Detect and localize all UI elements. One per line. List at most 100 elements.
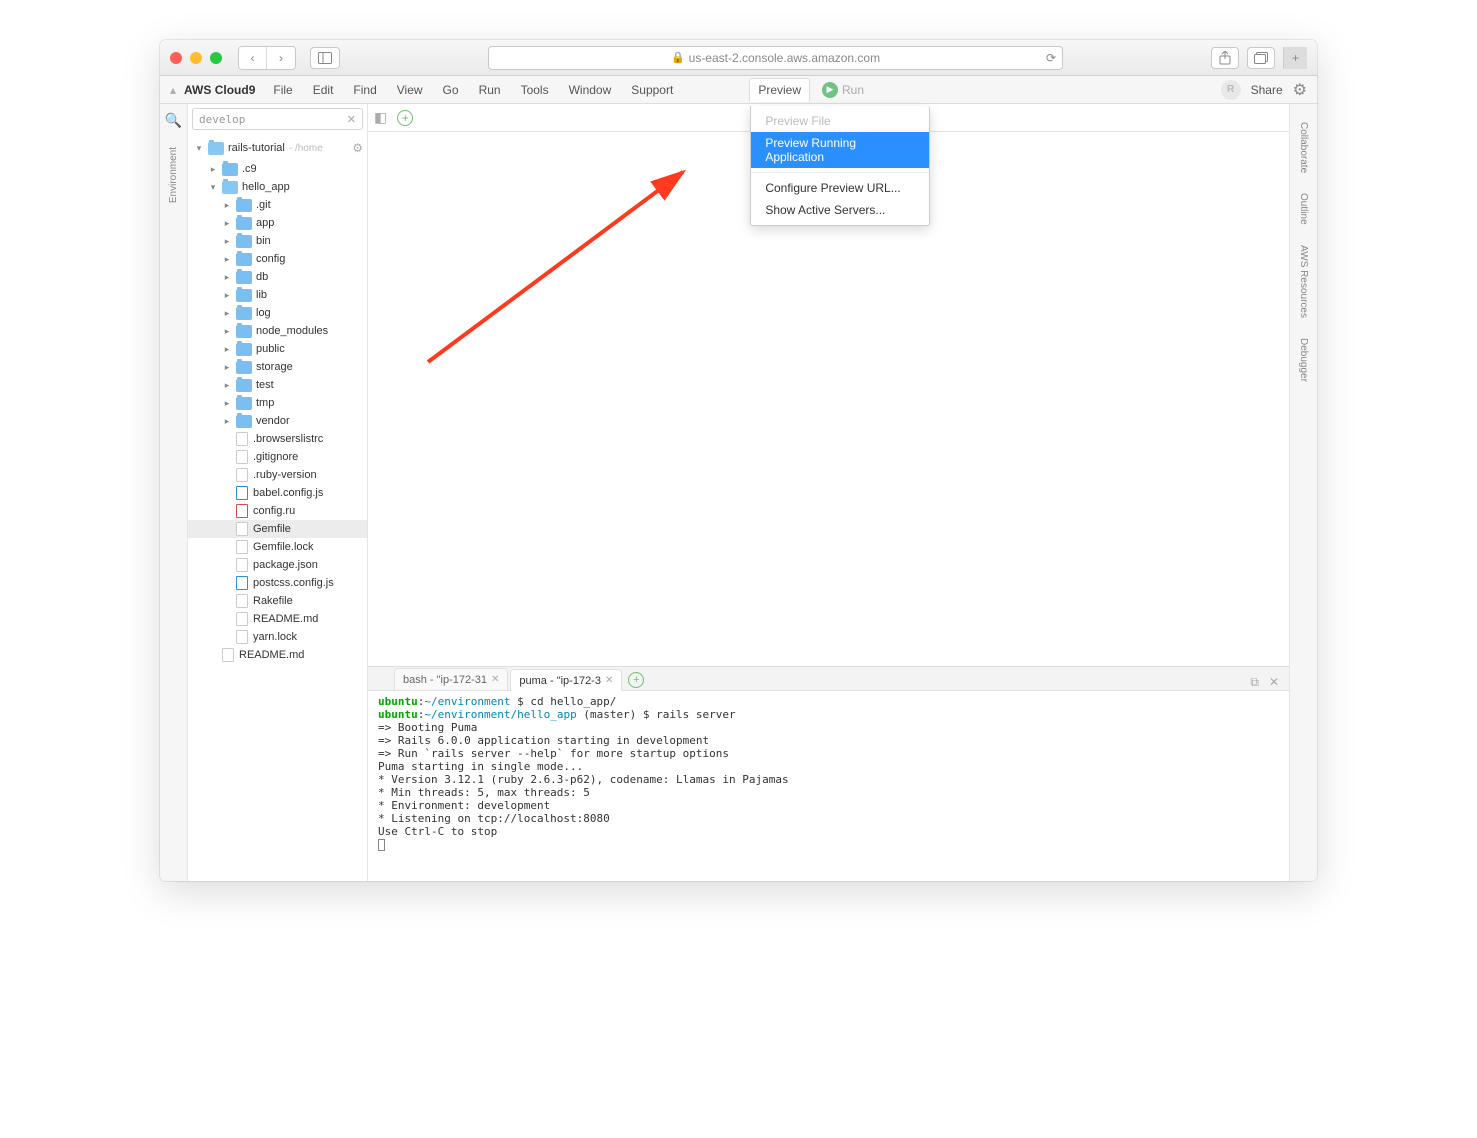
safari-sidebar-button[interactable]: [310, 47, 340, 69]
clear-search-icon[interactable]: ✕: [347, 113, 356, 126]
tree-folder[interactable]: ▾hello_app: [188, 178, 367, 196]
main-area: 🔍 Environment develop ✕ ▾rails-tutorial-…: [160, 104, 1317, 881]
file-icon: [236, 522, 248, 536]
terminal-tab[interactable]: bash - "ip-172-31✕: [394, 668, 508, 690]
search-value: develop: [199, 113, 347, 126]
tree-folder[interactable]: ▸config: [188, 250, 367, 268]
tree-folder[interactable]: ▸lib: [188, 286, 367, 304]
folder-icon: [236, 325, 252, 338]
terminal-panel: bash - "ip-172-31✕puma - "ip-172-3✕ + ⧉ …: [368, 666, 1289, 881]
tree-folder[interactable]: ▸.git: [188, 196, 367, 214]
minimize-window-button[interactable]: [190, 52, 202, 64]
share-button[interactable]: [1211, 47, 1239, 69]
tree-file[interactable]: .browserslistrc: [188, 430, 367, 448]
terminal-tabbar: bash - "ip-172-31✕puma - "ip-172-3✕ + ⧉ …: [368, 667, 1289, 691]
menu-run[interactable]: Run: [471, 79, 509, 101]
folder-icon: [236, 415, 252, 428]
tree-file[interactable]: Gemfile.lock: [188, 538, 367, 556]
file-search-input[interactable]: develop ✕: [192, 108, 363, 130]
terminal-new-tab-icon[interactable]: +: [628, 672, 644, 688]
tabs-button[interactable]: [1247, 47, 1275, 69]
tree-file[interactable]: package.json: [188, 556, 367, 574]
address-bar[interactable]: 🔒 us-east-2.console.aws.amazon.com ⟳: [488, 46, 1063, 70]
folder-icon: [236, 361, 252, 374]
menu-support[interactable]: Support: [623, 79, 681, 101]
file-tree[interactable]: ▾rails-tutorial- /home⚙▸.c9▾hello_app▸.g…: [188, 134, 367, 881]
tree-folder[interactable]: ▸tmp: [188, 394, 367, 412]
tree-file[interactable]: Gemfile: [188, 520, 367, 538]
right-tab-debugger[interactable]: Debugger: [1298, 328, 1309, 392]
forward-button[interactable]: ›: [267, 47, 295, 69]
tree-folder[interactable]: ▸vendor: [188, 412, 367, 430]
back-button[interactable]: ‹: [239, 47, 267, 69]
tree-folder[interactable]: ▸public: [188, 340, 367, 358]
right-tab-outline[interactable]: Outline: [1298, 183, 1309, 235]
close-icon[interactable]: ✕: [605, 675, 613, 686]
tree-folder[interactable]: ▸log: [188, 304, 367, 322]
search-icon[interactable]: 🔍: [165, 112, 182, 129]
new-tab-button[interactable]: +: [1283, 47, 1307, 69]
tree-file[interactable]: config.ru: [188, 502, 367, 520]
cloud9-menubar: ▴ AWS Cloud9 File Edit Find View Go Run …: [160, 76, 1317, 104]
right-tab-collaborate[interactable]: Collaborate: [1298, 112, 1309, 183]
close-icon[interactable]: ✕: [491, 674, 499, 685]
file-icon: [236, 576, 248, 590]
folder-icon: [236, 397, 252, 410]
terminal-tab[interactable]: puma - "ip-172-3✕: [510, 669, 622, 691]
tree-folder[interactable]: ▸storage: [188, 358, 367, 376]
tree-folder[interactable]: ▸node_modules: [188, 322, 367, 340]
tree-file[interactable]: postcss.config.js: [188, 574, 367, 592]
folder-icon: [236, 289, 252, 302]
file-icon: [222, 648, 234, 662]
tree-file[interactable]: .gitignore: [188, 448, 367, 466]
settings-gear-icon[interactable]: ⚙: [1293, 80, 1307, 100]
tree-file[interactable]: yarn.lock: [188, 628, 367, 646]
menu-view[interactable]: View: [389, 79, 431, 101]
tree-folder[interactable]: ▸app: [188, 214, 367, 232]
menu-edit[interactable]: Edit: [305, 79, 342, 101]
tree-folder[interactable]: ▸.c9: [188, 160, 367, 178]
share-icon: [1219, 51, 1231, 65]
browser-window: ‹ › 🔒 us-east-2.console.aws.amazon.com ⟳…: [160, 40, 1317, 881]
reload-icon[interactable]: ⟳: [1046, 51, 1056, 65]
share-label[interactable]: Share: [1251, 83, 1283, 97]
left-tab-environment[interactable]: Environment: [168, 137, 179, 213]
tree-file[interactable]: .ruby-version: [188, 466, 367, 484]
folder-icon: [236, 199, 252, 212]
tree-file[interactable]: README.md: [188, 610, 367, 628]
tree-root[interactable]: ▾rails-tutorial- /home⚙: [188, 136, 367, 160]
right-tab-aws-resources[interactable]: AWS Resources: [1298, 235, 1309, 328]
tree-file[interactable]: babel.config.js: [188, 484, 367, 502]
menu-file[interactable]: File: [265, 79, 300, 101]
tree-folder[interactable]: ▸db: [188, 268, 367, 286]
folder-icon: [222, 163, 238, 176]
url-text: us-east-2.console.aws.amazon.com: [689, 51, 880, 65]
tree-settings-icon[interactable]: ⚙: [352, 141, 367, 155]
menu-preview-label: Preview: [758, 83, 801, 97]
panel-icon[interactable]: ◧: [374, 109, 387, 126]
user-avatar[interactable]: R: [1221, 80, 1241, 100]
tree-folder[interactable]: ▸test: [188, 376, 367, 394]
terminal-close-icon[interactable]: ✕: [1269, 675, 1279, 690]
menu-go[interactable]: Go: [435, 79, 467, 101]
tree-folder[interactable]: ▸bin: [188, 232, 367, 250]
menu-run-app[interactable]: ▶ Run: [814, 78, 872, 102]
menu-window[interactable]: Window: [561, 79, 620, 101]
close-window-button[interactable]: [170, 52, 182, 64]
dd-configure[interactable]: Configure Preview URL...: [751, 177, 929, 199]
menu-find[interactable]: Find: [345, 79, 384, 101]
folder-icon: [222, 181, 238, 194]
menu-tools[interactable]: Tools: [513, 79, 557, 101]
menu-preview[interactable]: Preview Preview File Preview Running App…: [749, 78, 810, 102]
dd-preview-running[interactable]: Preview Running Application: [751, 132, 929, 168]
maximize-window-button[interactable]: [210, 52, 222, 64]
tree-file[interactable]: Rakefile: [188, 592, 367, 610]
new-tab-plus-icon[interactable]: +: [397, 110, 413, 126]
nav-buttons: ‹ ›: [238, 46, 296, 70]
window-controls: [170, 52, 222, 64]
dd-show-servers[interactable]: Show Active Servers...: [751, 199, 929, 221]
terminal-output[interactable]: ubuntu:~/environment $ cd hello_app/ ubu…: [368, 691, 1289, 881]
file-icon: [236, 630, 248, 644]
tree-file[interactable]: README.md: [188, 646, 367, 664]
terminal-popout-icon[interactable]: ⧉: [1250, 675, 1259, 690]
